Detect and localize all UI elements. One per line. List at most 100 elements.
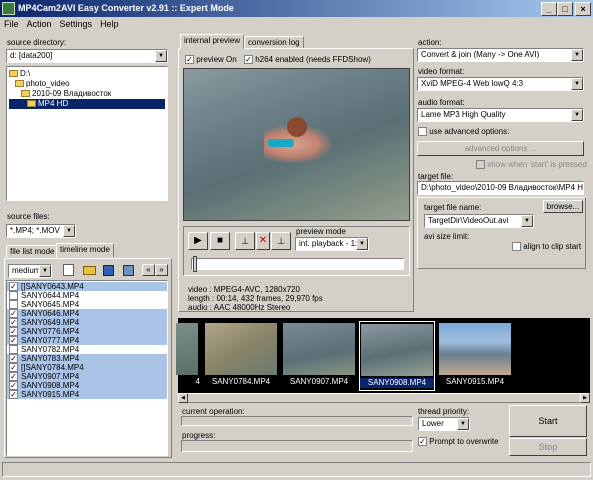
- menu-action[interactable]: Action: [23, 19, 56, 29]
- video-format-label: video format:: [418, 67, 465, 76]
- menu-file[interactable]: File: [0, 19, 23, 29]
- scroll-left-arrow-icon[interactable]: ◀: [178, 393, 188, 403]
- target-name-value: TargetDir\VideoOut.avi: [428, 216, 509, 225]
- thumb-size-value: medium: [12, 266, 41, 275]
- align-clip-checkbox[interactable]: align to clip start: [512, 242, 581, 252]
- checkbox-icon: [418, 127, 427, 137]
- checkbox-checked-icon[interactable]: ✓: [9, 390, 18, 400]
- thread-priority-select[interactable]: Lower ▼: [418, 417, 470, 431]
- advanced-options-checkbox[interactable]: use advanced options:: [418, 127, 509, 137]
- menu-settings[interactable]: Settings: [56, 19, 97, 29]
- tab-timeline-mode[interactable]: timeline mode: [56, 243, 114, 258]
- browse-button[interactable]: browse...: [543, 200, 583, 213]
- copy-icon[interactable]: [123, 265, 134, 276]
- target-name-select[interactable]: TargetDir\VideoOut.avi ▼: [424, 214, 534, 228]
- thumb-size-select[interactable]: medium ▼: [8, 264, 52, 278]
- file-name: SANY0915.MP4: [21, 390, 80, 399]
- directory-tree[interactable]: D:\ photo_video 2010-09 Владивосток MP4 …: [6, 66, 168, 201]
- close-button[interactable]: ×: [575, 2, 591, 16]
- menu-help[interactable]: Help: [96, 19, 123, 29]
- file-list-item[interactable]: ✓ []SANY0784.MP4: [7, 363, 167, 373]
- app-icon: [2, 2, 15, 15]
- prompt-overwrite-checkbox[interactable]: ✓ Prompt to overwrite: [418, 437, 499, 447]
- preview-mode-select[interactable]: int. playback - 1x ▼: [295, 237, 369, 251]
- file-list-item[interactable]: ✓ SANY0646.MP4: [7, 309, 167, 319]
- new-file-icon[interactable]: [63, 264, 74, 276]
- preview-on-checkbox[interactable]: ✓ preview On: [185, 55, 237, 65]
- clear-mark-button[interactable]: ✕: [256, 232, 270, 250]
- stop-icon-button[interactable]: ■: [210, 232, 230, 250]
- file-name: SANY0777.MP4: [21, 336, 80, 345]
- menu-bar: File Action Settings Help: [0, 17, 593, 31]
- save-icon[interactable]: [103, 265, 114, 276]
- scroll-left-button[interactable]: «: [142, 264, 155, 276]
- playback-trackbar[interactable]: [191, 258, 404, 270]
- stop-button[interactable]: Stop: [509, 438, 587, 456]
- play-button[interactable]: ▶: [188, 232, 208, 250]
- target-file-label: target file:: [418, 172, 454, 181]
- tree-item-root[interactable]: D:\: [9, 69, 165, 79]
- file-list[interactable]: ✓ []SANY0643.MP4 SANY0644.MP4 SANY0645.MP4 ✓…: [6, 280, 168, 456]
- chevron-down-icon: ▼: [521, 215, 533, 227]
- swimsuit: [268, 139, 294, 147]
- file-list-item[interactable]: SANY0644.MP4: [7, 291, 167, 301]
- source-directory-label: source directory:: [7, 38, 67, 47]
- timeline-thumb[interactable]: SANY0915.MP4: [437, 321, 513, 391]
- audio-format-select[interactable]: Lame MP3 High Quality ▼: [417, 108, 584, 122]
- file-list-item[interactable]: ✓ SANY0915.MP4: [7, 390, 167, 400]
- file-list-item[interactable]: ✓ SANY0776.MP4: [7, 327, 167, 337]
- drive-select[interactable]: d: [data200] ▼: [6, 49, 168, 63]
- scroll-right-arrow-icon[interactable]: ▶: [580, 393, 590, 403]
- action-select[interactable]: Convert & join (Many -> One AVI) ▼: [417, 48, 584, 62]
- h264-checkbox[interactable]: ✓ h264 enabled (needs FFDShow): [244, 55, 371, 65]
- tree-item-photo-video[interactable]: photo_video: [9, 79, 165, 89]
- scroll-right-button[interactable]: »: [155, 264, 168, 276]
- checkbox-checked-icon: ✓: [244, 55, 253, 65]
- preview-mode-label: preview mode: [296, 227, 346, 236]
- timeline-scrollbar[interactable]: [178, 393, 590, 403]
- file-list-item[interactable]: ✓ SANY0649.MP4: [7, 318, 167, 328]
- file-list-item[interactable]: SANY0782.MP4: [7, 345, 167, 355]
- file-mask-select[interactable]: *.MP4; *.MOV ▼: [6, 224, 76, 238]
- mark-out-button[interactable]: ⊥: [271, 232, 291, 250]
- timeline-thumb[interactable]: SANY0907.MP4: [281, 321, 357, 391]
- timeline-thumb-selected[interactable]: SANY0908.MP4: [359, 321, 435, 391]
- minimize-button[interactable]: _: [541, 2, 557, 16]
- chevron-down-icon: ▼: [571, 49, 583, 61]
- window-title: MP4Cam2AVI Easy Converter v2.91 :: Exper…: [0, 0, 593, 17]
- audio-format-label: audio format:: [418, 98, 465, 107]
- timeline-thumb[interactable]: SANY0784.MP4: [203, 321, 279, 391]
- avi-size-limit-label: avi size limit:: [424, 232, 470, 241]
- thumb-image: [176, 323, 198, 375]
- maximize-button[interactable]: □: [557, 2, 573, 16]
- file-list-item[interactable]: ✓ []SANY0643.MP4: [7, 282, 167, 292]
- thumb-image: [439, 323, 511, 375]
- tree-item-mp4-hd[interactable]: MP4 HD: [9, 99, 165, 109]
- progress-label: progress:: [182, 431, 216, 440]
- file-list-item[interactable]: ✓ SANY0777.MP4: [7, 336, 167, 346]
- target-file-field[interactable]: D:\photo_video\2010-09 Владивосток\MP4 H: [417, 181, 584, 195]
- file-list-item[interactable]: ✓ SANY0783.MP4: [7, 354, 167, 364]
- open-folder-icon[interactable]: [83, 266, 96, 275]
- start-button[interactable]: Start: [509, 405, 587, 437]
- file-mask-value: *.MP4; *.MOV: [10, 226, 60, 235]
- tab-file-list-mode[interactable]: file list mode: [6, 245, 59, 258]
- advanced-options-button[interactable]: advanced options ...: [417, 141, 584, 156]
- chevron-down-icon: ▼: [155, 50, 167, 62]
- chevron-down-icon: ▼: [457, 418, 469, 430]
- timeline-thumb[interactable]: 4: [176, 321, 200, 391]
- file-list-item[interactable]: SANY0645.MP4: [7, 300, 167, 310]
- file-list-item[interactable]: ✓ SANY0907.MP4: [7, 372, 167, 382]
- mark-in-button[interactable]: ⊥: [235, 232, 255, 250]
- file-list-item[interactable]: ✓ SANY0908.MP4: [7, 381, 167, 391]
- video-preview-image: [183, 68, 410, 221]
- tree-item-vladivostok[interactable]: 2010-09 Владивосток: [9, 89, 165, 99]
- tab-internal-preview[interactable]: internal preview: [180, 34, 245, 49]
- chevron-down-icon: ▼: [356, 238, 368, 250]
- show-when-start-checkbox[interactable]: show when 'start' is pressed: [476, 160, 587, 170]
- trackbar-thumb[interactable]: [193, 256, 197, 272]
- video-format-select[interactable]: XviD MPEG-4 Web lowQ 4:3 ▼: [417, 77, 584, 91]
- current-operation-field: [181, 416, 413, 426]
- current-operation-label: current operation:: [182, 407, 245, 416]
- chevron-down-icon: ▼: [39, 265, 51, 277]
